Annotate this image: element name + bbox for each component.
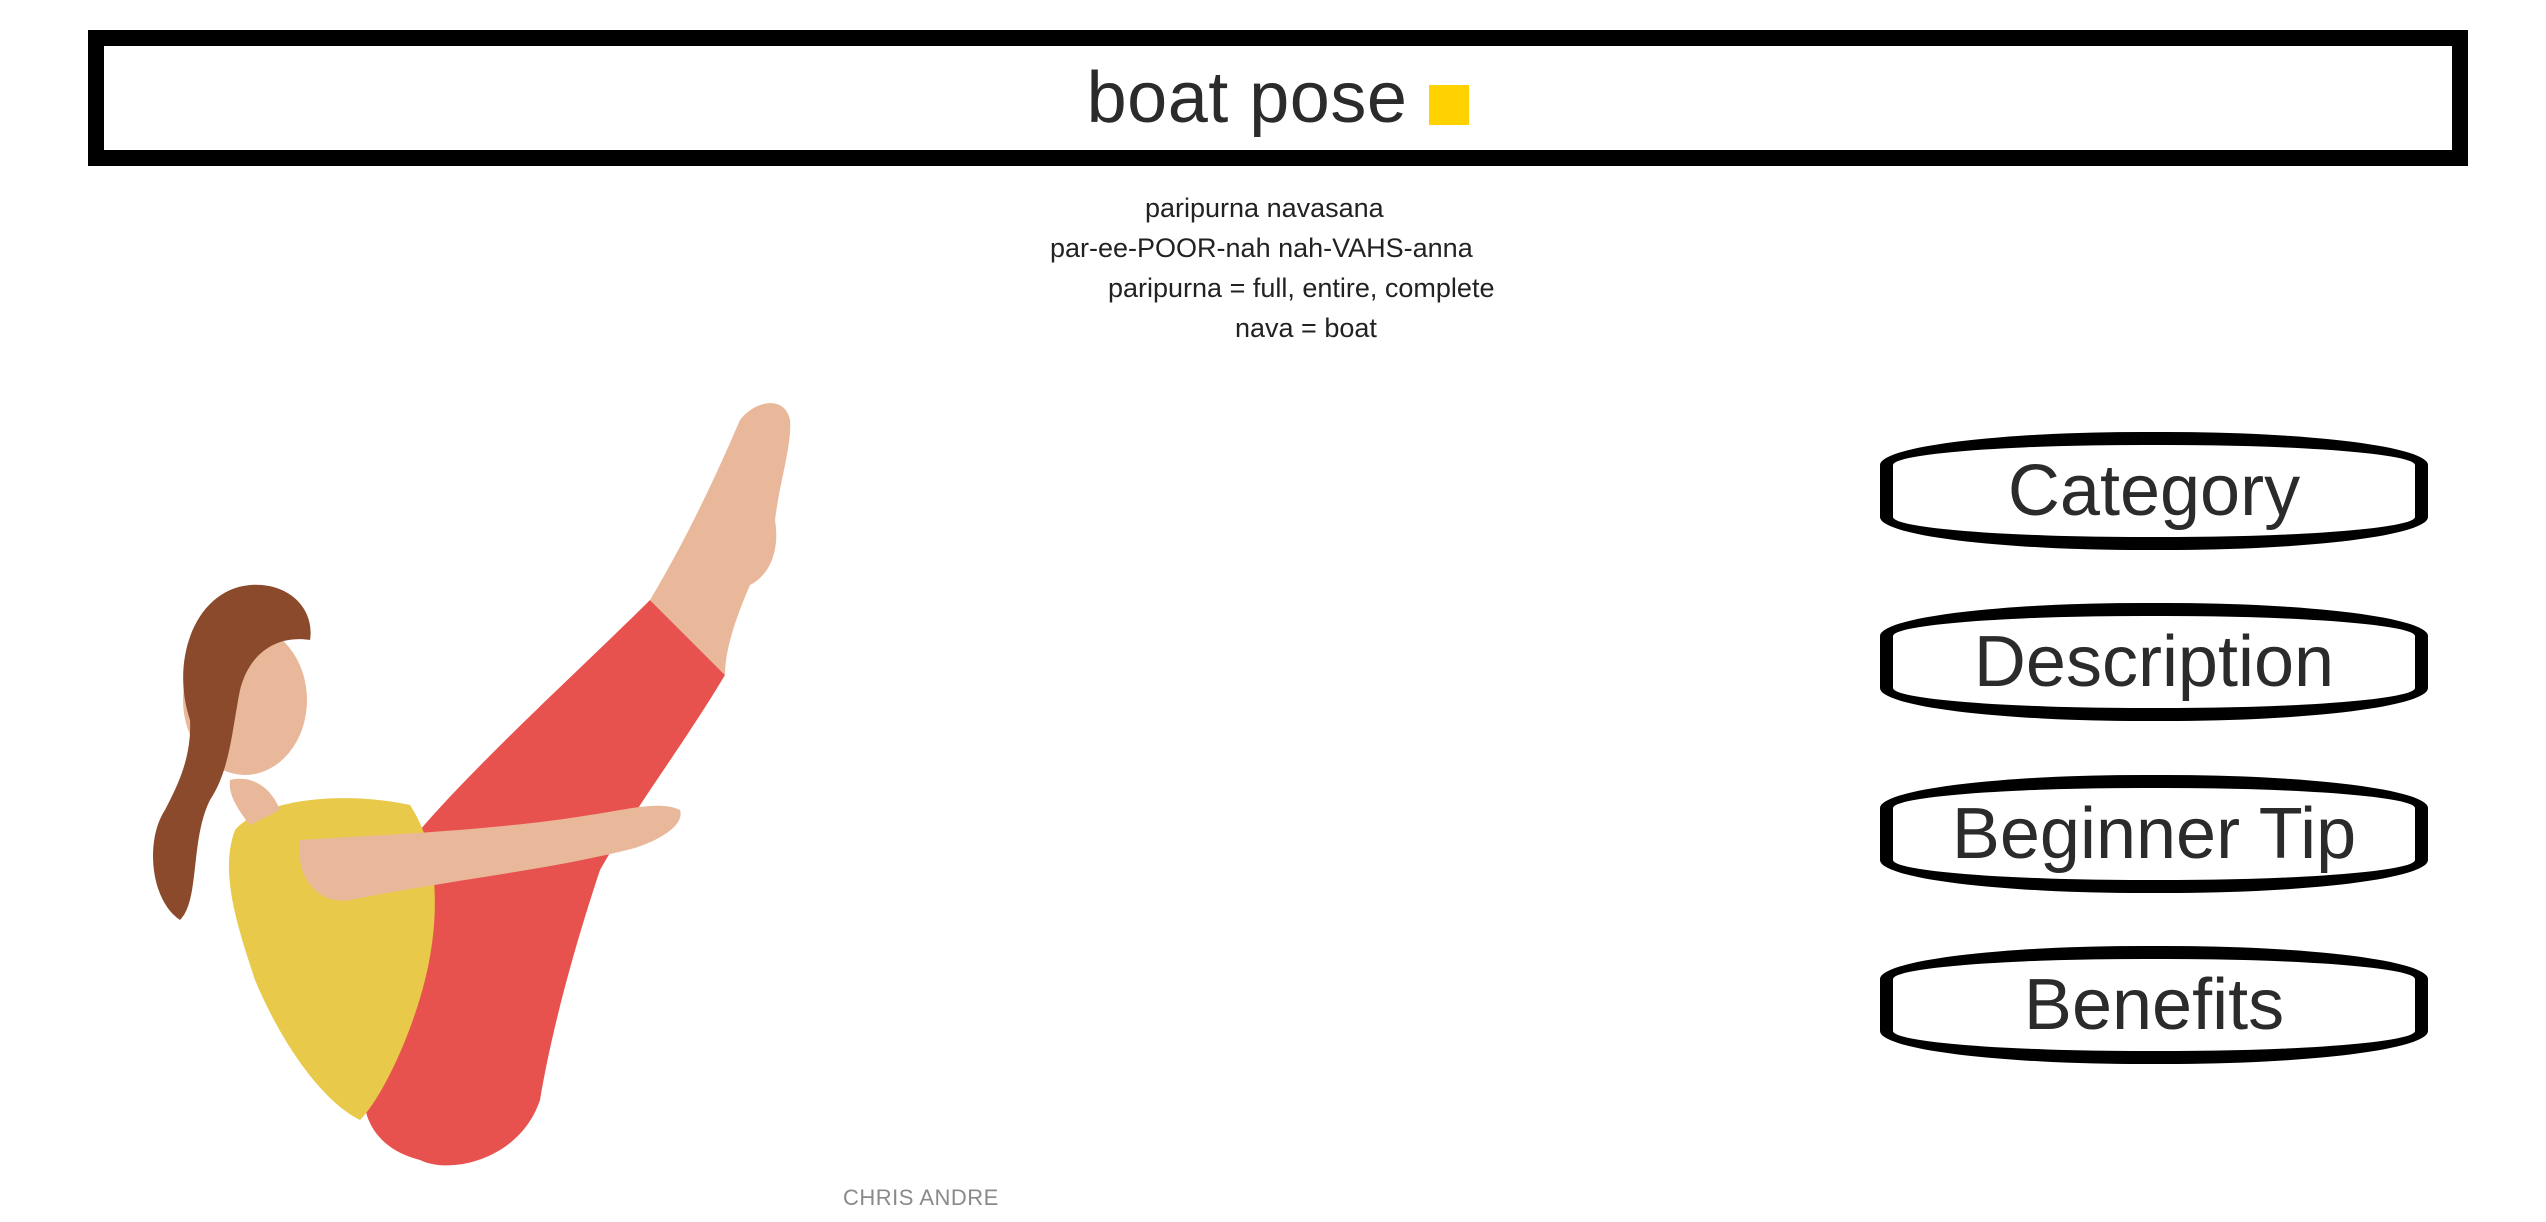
photo-credit: CHRIS ANDRE — [843, 1185, 999, 1210]
category-button[interactable]: Category — [1880, 432, 2428, 550]
page-title: boat pose — [1086, 58, 1408, 138]
benefits-button[interactable]: Benefits — [1880, 946, 2428, 1064]
title-bar: boat pose — [88, 30, 2468, 166]
translation-nava: nava = boat — [1235, 313, 1377, 343]
beginner-tip-button[interactable]: Beginner Tip — [1880, 775, 2428, 893]
page: boat pose paripurna navasana par-ee-POOR… — [0, 0, 2546, 1222]
translation-paripurna: paripurna = full, entire, complete — [1108, 273, 1495, 303]
pose-photo — [153, 403, 791, 1166]
sanskrit-name: paripurna navasana — [1145, 193, 1384, 223]
pronunciation: par-ee-POOR-nah nah-VAHS-anna — [1050, 233, 1473, 263]
description-button[interactable]: Description — [1880, 603, 2428, 721]
yellow-square-icon — [1429, 85, 1470, 125]
